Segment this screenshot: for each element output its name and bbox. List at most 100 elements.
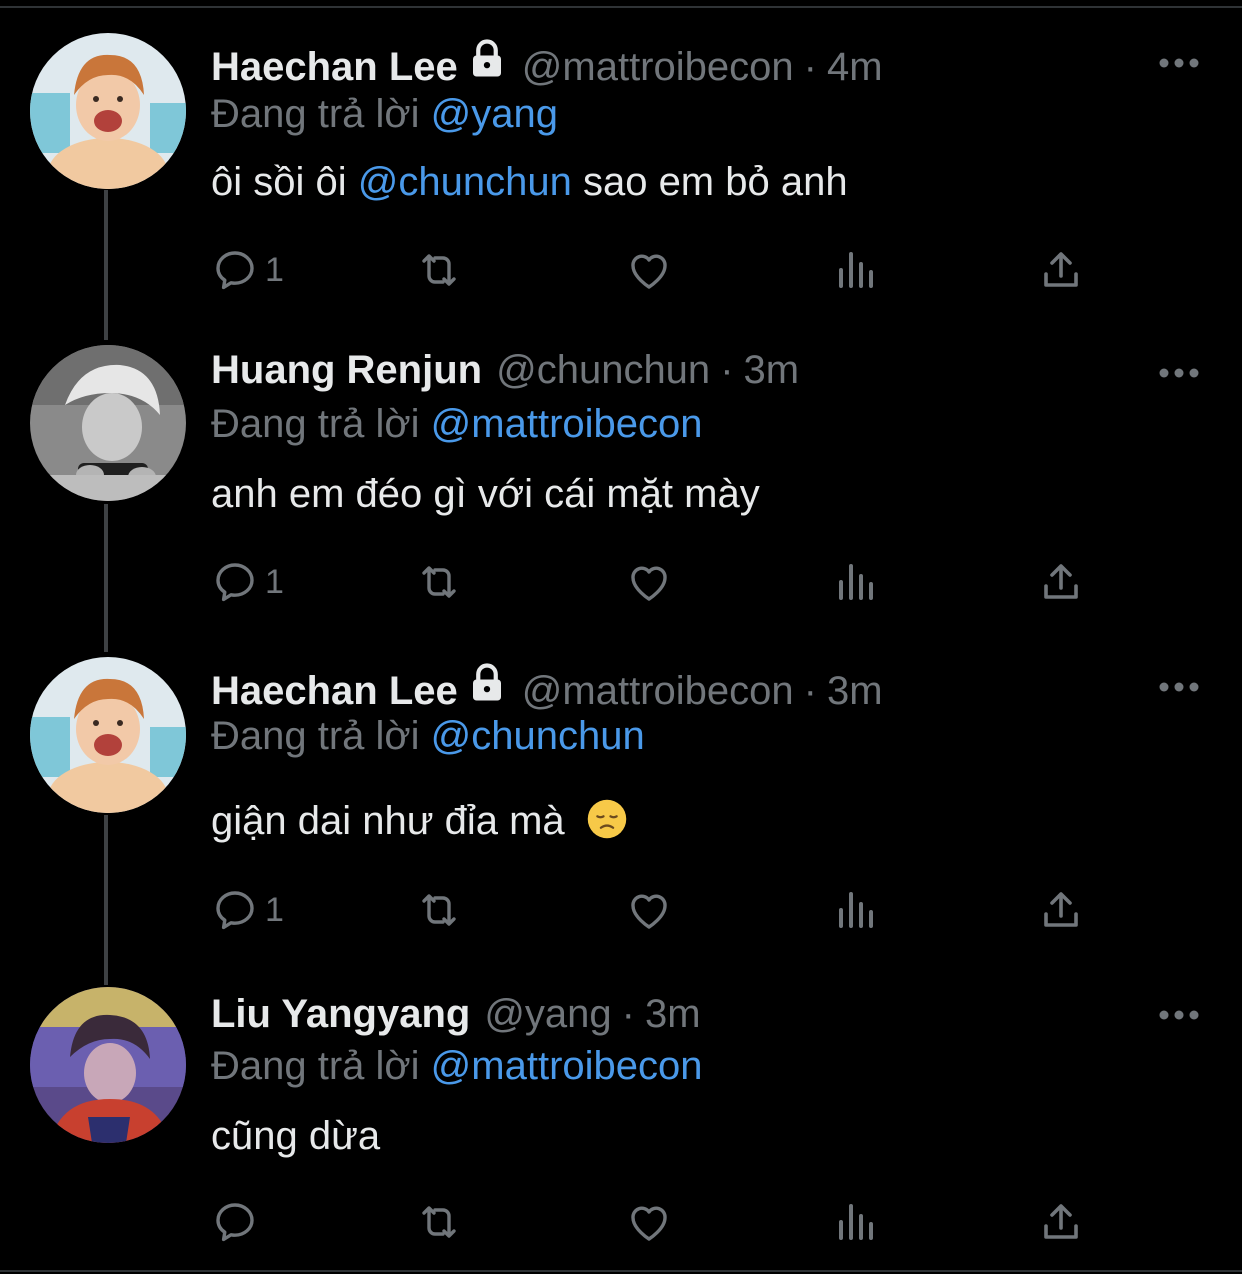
analytics-button[interactable] bbox=[831, 886, 879, 934]
analytics-button[interactable] bbox=[831, 1198, 879, 1246]
reply-button[interactable]: 1 bbox=[211, 886, 284, 934]
retweet-button[interactable] bbox=[415, 246, 463, 294]
reply-button[interactable] bbox=[211, 1198, 265, 1246]
like-button[interactable] bbox=[625, 558, 673, 606]
display-name[interactable]: Huang Renjun bbox=[211, 348, 482, 393]
lock-icon bbox=[472, 39, 501, 77]
timestamp[interactable]: 4m bbox=[827, 45, 883, 90]
heart-icon bbox=[631, 1206, 667, 1241]
reply-icon bbox=[216, 563, 254, 602]
reply-to-prefix: Đang trả lời bbox=[211, 1044, 420, 1088]
reply-count: 1 bbox=[265, 562, 284, 601]
share-button[interactable] bbox=[1037, 558, 1085, 606]
reply-to-mention[interactable]: @chunchun bbox=[431, 714, 645, 758]
retweet-icon bbox=[422, 894, 456, 926]
user-handle[interactable]: @mattroibecon bbox=[522, 45, 794, 90]
share-icon bbox=[1044, 892, 1078, 927]
tweet-actions: 1 bbox=[211, 886, 1111, 936]
heart-icon bbox=[631, 894, 667, 929]
reply-icon bbox=[216, 1203, 254, 1242]
display-name[interactable]: Haechan Lee bbox=[211, 669, 458, 714]
reply-count: 1 bbox=[265, 250, 284, 289]
yangyang-avatar bbox=[30, 987, 186, 1143]
reply-to-mention[interactable]: @yang bbox=[431, 92, 558, 136]
retweet-button[interactable] bbox=[415, 886, 463, 934]
reply-count: 1 bbox=[265, 890, 284, 929]
reply-icon bbox=[216, 891, 254, 930]
timestamp[interactable]: 3m bbox=[645, 992, 701, 1037]
reply-to-line: Đang trả lời @chunchun bbox=[211, 714, 645, 759]
tweet-header: Huang Renjun @chunchun · 3m bbox=[211, 348, 799, 408]
reply-to-line: Đang trả lời @mattroibecon bbox=[211, 1044, 703, 1089]
tweet[interactable]: Liu Yangyang @yang · 3m Đang trả lời @ma… bbox=[0, 980, 1242, 1270]
tweet-text: anh em đéo gì với cái mặt mày bbox=[211, 472, 760, 516]
share-button[interactable] bbox=[1037, 1198, 1085, 1246]
reply-to-prefix: Đang trả lời bbox=[211, 92, 420, 136]
more-options-icon[interactable] bbox=[1158, 680, 1200, 694]
reply-button[interactable]: 1 bbox=[211, 246, 284, 294]
display-name[interactable]: Haechan Lee bbox=[211, 45, 458, 90]
share-icon bbox=[1044, 564, 1078, 599]
separator-dot: · bbox=[803, 669, 817, 713]
reply-icon bbox=[216, 251, 254, 290]
avatar[interactable] bbox=[30, 33, 186, 189]
tweet-text: cũng dừa bbox=[211, 1114, 381, 1158]
tweet[interactable]: Haechan Lee @mattroibecon · 3m Đang trả … bbox=[0, 650, 1242, 980]
haechan-avatar bbox=[30, 657, 186, 813]
tweet[interactable]: Haechan Lee @mattroibecon · 4m Đang trả … bbox=[0, 0, 1242, 330]
reply-button[interactable]: 1 bbox=[211, 558, 284, 606]
heart-icon bbox=[631, 566, 667, 601]
analytics-icon bbox=[839, 252, 873, 288]
tweet-actions: 1 bbox=[211, 246, 1111, 296]
share-button[interactable] bbox=[1037, 246, 1085, 294]
more-options-icon[interactable] bbox=[1158, 1008, 1200, 1022]
user-handle[interactable]: @yang bbox=[484, 992, 611, 1037]
reply-to-mention[interactable]: @mattroibecon bbox=[431, 402, 703, 446]
tweet-header: Haechan Lee @mattroibecon · 3m bbox=[211, 662, 883, 722]
tweet[interactable]: Huang Renjun @chunchun · 3m Đang trả lời… bbox=[0, 330, 1242, 650]
heart-icon bbox=[631, 254, 667, 289]
tweet-actions: 1 bbox=[211, 558, 1111, 608]
share-icon bbox=[1044, 252, 1078, 287]
timestamp[interactable]: 3m bbox=[827, 669, 883, 714]
display-name[interactable]: Liu Yangyang bbox=[211, 992, 470, 1037]
reply-to-prefix: Đang trả lời bbox=[211, 402, 420, 446]
lock-icon bbox=[472, 663, 501, 701]
reply-to-mention[interactable]: @mattroibecon bbox=[431, 1044, 703, 1088]
separator-dot: · bbox=[621, 992, 635, 1036]
analytics-icon bbox=[839, 892, 873, 928]
user-handle[interactable]: @chunchun bbox=[496, 348, 710, 393]
tweet-text-part: giận dai như đỉa mà bbox=[211, 799, 565, 843]
renjun-avatar bbox=[30, 345, 186, 501]
tweet-text: giận dai như đỉa mà bbox=[211, 798, 628, 844]
avatar[interactable] bbox=[30, 657, 186, 813]
tweet-text-part: ôi sồi ôi bbox=[211, 160, 358, 204]
timestamp[interactable]: 3m bbox=[744, 348, 800, 393]
analytics-button[interactable] bbox=[831, 558, 879, 606]
tweet-mention[interactable]: @chunchun bbox=[358, 160, 572, 204]
like-button[interactable] bbox=[625, 246, 673, 294]
disappointed-face-emoji bbox=[587, 799, 627, 839]
haechan-avatar bbox=[30, 33, 186, 189]
like-button[interactable] bbox=[625, 1198, 673, 1246]
analytics-button[interactable] bbox=[831, 246, 879, 294]
bottom-divider bbox=[0, 1270, 1242, 1272]
avatar[interactable] bbox=[30, 345, 186, 501]
tweet-header: Haechan Lee @mattroibecon · 4m bbox=[211, 38, 883, 98]
user-handle[interactable]: @mattroibecon bbox=[522, 669, 794, 714]
more-options-icon[interactable] bbox=[1158, 366, 1200, 380]
retweet-icon bbox=[422, 566, 456, 598]
like-button[interactable] bbox=[625, 886, 673, 934]
retweet-icon bbox=[422, 254, 456, 286]
separator-dot: · bbox=[720, 348, 734, 392]
analytics-icon bbox=[839, 1204, 873, 1240]
tweet-text: ôi sồi ôi @chunchun sao em bỏ anh bbox=[211, 160, 848, 205]
tweet-header: Liu Yangyang @yang · 3m bbox=[211, 992, 701, 1052]
retweet-button[interactable] bbox=[415, 558, 463, 606]
retweet-button[interactable] bbox=[415, 1198, 463, 1246]
share-button[interactable] bbox=[1037, 886, 1085, 934]
more-options-icon[interactable] bbox=[1158, 56, 1200, 70]
tweet-text-part: sao em bỏ anh bbox=[571, 160, 848, 204]
reply-to-line: Đang trả lời @mattroibecon bbox=[211, 402, 703, 447]
avatar[interactable] bbox=[30, 987, 186, 1143]
